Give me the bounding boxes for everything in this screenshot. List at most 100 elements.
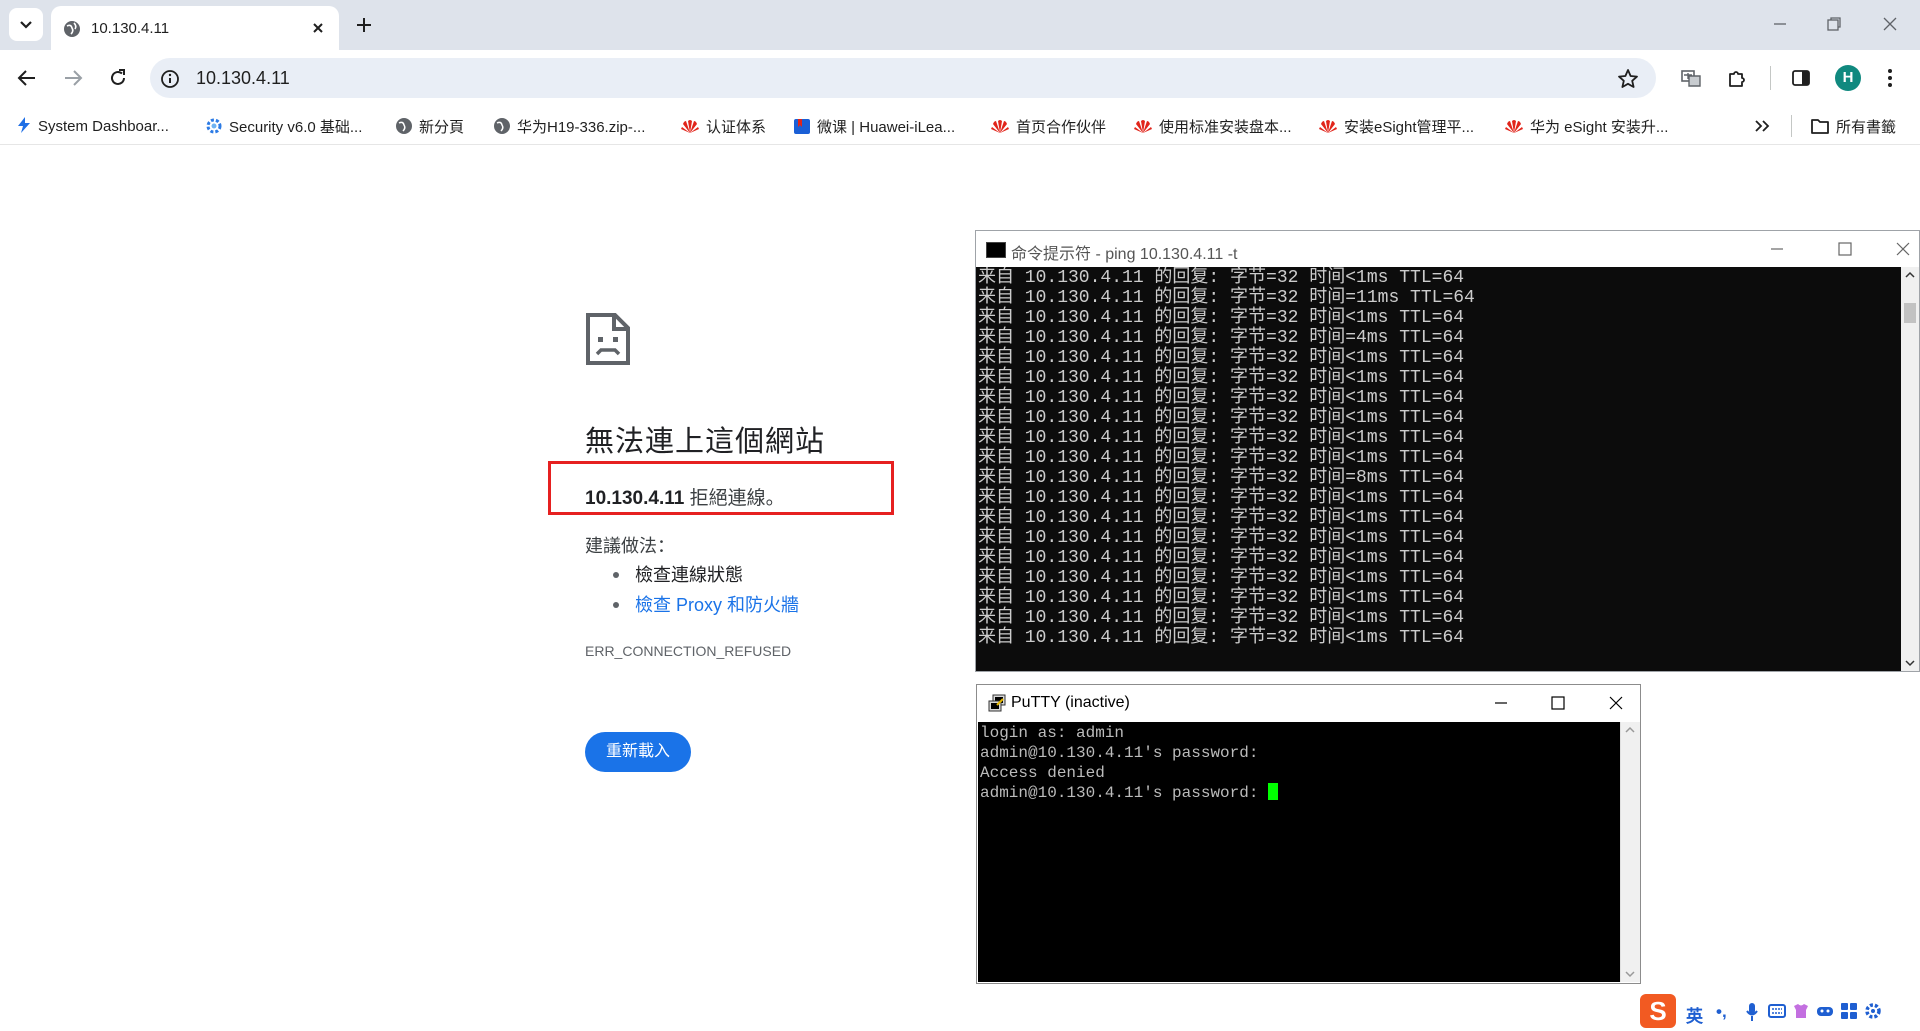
console-line: 来自 10.130.4.11 的回复: 字节=32 时间<1ms TTL=64 [978, 388, 1465, 408]
new-tab-plus-icon[interactable] [352, 13, 376, 37]
cmd-title: 命令提示符 - ping 10.130.4.11 -t [1011, 246, 1238, 263]
bookmark-item[interactable]: System Dashboar... [16, 116, 169, 135]
close-icon[interactable] [309, 19, 327, 37]
translate-icon[interactable] [1680, 67, 1702, 89]
reload-button[interactable]: 重新載入 [585, 732, 691, 772]
chevron-double-right-icon[interactable] [1753, 118, 1771, 134]
close-icon[interactable] [1894, 240, 1912, 258]
sad-document-icon [586, 313, 630, 365]
putty-title: PuTTY (inactive) [1011, 694, 1130, 711]
console-line: 来自 10.130.4.11 的回复: 字节=32 时间<1ms TTL=64 [978, 628, 1465, 648]
bookmark-item[interactable]: 华为H19-336.zip-... [493, 116, 645, 137]
huawei-icon [991, 120, 1009, 133]
back-arrow-icon[interactable] [16, 67, 38, 89]
side-panel-icon[interactable] [1790, 67, 1812, 89]
console-line: 来自 10.130.4.11 的回复: 字节=32 时间<1ms TTL=64 [978, 588, 1465, 608]
suggestion-item: 檢查連線狀態 [613, 560, 799, 590]
putty-titlebar[interactable]: PuTTY (inactive) [977, 685, 1640, 721]
ime-language-toggle[interactable]: 英 [1686, 1002, 1703, 1027]
scroll-up-icon[interactable] [1905, 271, 1915, 279]
reload-icon[interactable] [107, 67, 129, 89]
globe-icon [396, 118, 412, 134]
skin-shirt-icon[interactable] [1792, 1002, 1810, 1020]
tab-search-button[interactable] [9, 8, 43, 41]
cmd-output: 来自 10.130.4.11 的回复: 字节=32 时间<1ms TTL=64 来… [978, 268, 1475, 648]
gear-icon [206, 118, 222, 134]
putty-terminal[interactable]: login as: admin admin@10.130.4.11's passw… [978, 722, 1620, 982]
cmd-console[interactable]: 来自 10.130.4.11 的回复: 字节=32 时间<1ms TTL=64 来… [976, 267, 1901, 671]
sogou-logo[interactable]: S [1640, 994, 1676, 1028]
kebab-menu-icon[interactable] [1885, 67, 1895, 89]
scroll-up-icon[interactable] [1625, 726, 1635, 734]
console-line: 来自 10.130.4.11 的回复: 字节=32 时间<1ms TTL=64 [978, 568, 1465, 588]
console-line: 来自 10.130.4.11 的回复: 字节=32 时间<1ms TTL=64 [978, 308, 1465, 328]
toolbox-grid-icon[interactable] [1840, 1002, 1858, 1020]
console-line: 来自 10.130.4.11 的回复: 字节=32 时间<1ms TTL=64 [978, 528, 1465, 548]
terminal-line-prompt: admin@10.130.4.11's password: [980, 783, 1279, 803]
cmd-titlebar[interactable]: 命令提示符 - ping 10.130.4.11 -t [976, 231, 1919, 267]
all-bookmarks-button[interactable]: 所有書籤 [1810, 116, 1896, 137]
lightning-icon [18, 117, 30, 133]
bookmark-star-icon[interactable] [1617, 68, 1639, 90]
keyboard-icon[interactable] [1768, 1003, 1786, 1019]
url-text[interactable]: 10.130.4.11 [196, 68, 290, 89]
scroll-down-icon[interactable] [1625, 970, 1635, 978]
window-close-icon[interactable] [1878, 12, 1902, 36]
ime-punctuation-icon[interactable]: •, [1716, 1002, 1727, 1022]
site-info-icon[interactable] [160, 69, 180, 89]
putty-output: login as: admin admin@10.130.4.11's passw… [980, 723, 1279, 803]
bookmark-item[interactable]: 新分頁 [395, 116, 464, 137]
bookmark-item[interactable]: 安装eSight管理平... [1318, 116, 1474, 137]
error-host: 10.130.4.11 [585, 488, 685, 509]
maximize-icon[interactable] [1549, 694, 1567, 712]
cmd-scrollbar[interactable] [1901, 267, 1919, 671]
microphone-icon[interactable] [1745, 1002, 1759, 1022]
globe-icon [64, 21, 80, 37]
tab-active[interactable]: 10.130.4.11 [51, 6, 339, 50]
forward-arrow-icon[interactable] [62, 67, 84, 89]
cmd-window[interactable]: 命令提示符 - ping 10.130.4.11 -t 来自 10.130.4.… [975, 230, 1920, 672]
huawei-icon [1505, 120, 1523, 133]
console-line: 来自 10.130.4.11 的回复: 字节=32 时间=4ms TTL=64 [978, 328, 1465, 348]
game-controller-icon[interactable] [1816, 1003, 1834, 1019]
settings-gear-icon[interactable] [1864, 1002, 1882, 1020]
terminal-line: login as: admin [980, 724, 1125, 742]
putty-window[interactable]: PuTTY (inactive) login as: admin admin@10… [976, 684, 1641, 984]
error-title: 無法連上這個網站 [585, 426, 826, 458]
restore-icon[interactable] [1822, 12, 1846, 36]
cmd-scroll-thumb[interactable] [1904, 303, 1916, 323]
bookmarks-divider [1791, 115, 1792, 137]
console-line: 来自 10.130.4.11 的回复: 字节=32 时间<1ms TTL=64 [978, 368, 1465, 388]
suggestions-list: 檢查連線狀態 檢查 Proxy 和防火牆 [613, 560, 799, 620]
minimize-icon[interactable] [1768, 12, 1792, 36]
bookmark-item[interactable]: 首页合作伙伴 [990, 116, 1106, 137]
console-line: 来自 10.130.4.11 的回复: 字节=32 时间<1ms TTL=64 [978, 268, 1465, 288]
bookmark-item[interactable]: 华为 eSight 安装升... [1504, 116, 1668, 137]
bookmark-item[interactable]: 微课 | Huawei-iLea... [793, 116, 955, 137]
bookmark-item[interactable]: Security v6.0 基础... [205, 116, 362, 137]
close-icon[interactable] [1607, 694, 1625, 712]
bookmark-item[interactable]: 认证体系 [680, 116, 766, 137]
maximize-icon[interactable] [1836, 240, 1854, 258]
console-line: 来自 10.130.4.11 的回复: 字节=32 时间<1ms TTL=64 [978, 408, 1465, 428]
chevron-down-icon [20, 20, 32, 29]
terminal-line: Access denied [980, 764, 1105, 782]
profile-avatar[interactable]: H [1835, 65, 1861, 91]
suggestions-label: 建議做法： [585, 536, 675, 556]
console-line: 来自 10.130.4.11 的回复: 字节=32 时间<1ms TTL=64 [978, 348, 1465, 368]
minimize-icon[interactable] [1492, 694, 1510, 712]
toolbar-divider [1770, 66, 1771, 90]
tab-strip: 10.130.4.11 [0, 0, 1920, 50]
huawei-icon [1134, 120, 1152, 133]
folder-icon [1811, 119, 1829, 134]
bookmark-item[interactable]: 使用标准安装盘本... [1133, 116, 1292, 137]
address-bar[interactable]: 10.130.4.11 [150, 58, 1656, 98]
extensions-puzzle-icon[interactable] [1726, 67, 1748, 89]
terminal-line: admin@10.130.4.11's password: [980, 744, 1259, 762]
putty-scrollbar[interactable] [1620, 722, 1640, 982]
error-message: 10.130.4.11 拒絕連線。 [585, 483, 785, 510]
minimize-icon[interactable] [1768, 240, 1786, 258]
error-code: ERR_CONNECTION_REFUSED [585, 643, 792, 659]
suggestion-proxy-link[interactable]: 檢查 Proxy 和防火牆 [613, 590, 799, 620]
scroll-down-icon[interactable] [1905, 659, 1915, 667]
